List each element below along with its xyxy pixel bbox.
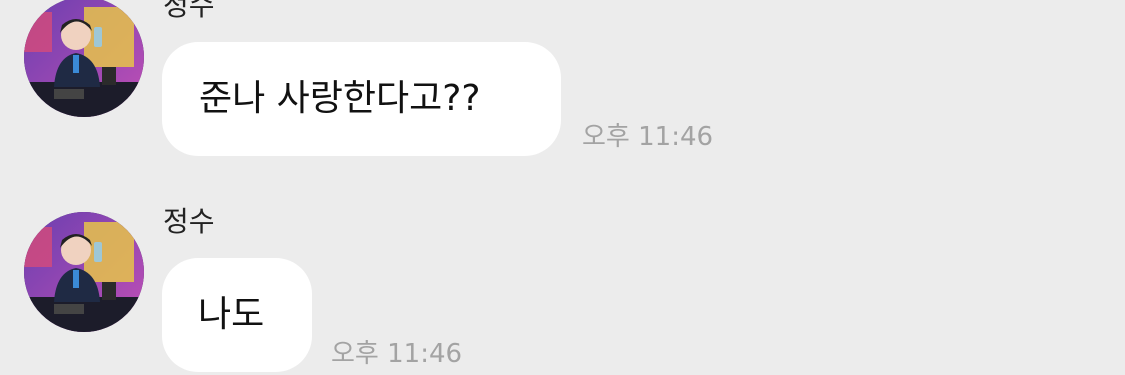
message-time: 오후 11:46	[331, 339, 463, 369]
message-group: 정수 나도 오후 11:46	[0, 0, 1125, 375]
message-text: 나도	[198, 294, 265, 335]
message-bubble[interactable]: 나도	[162, 258, 312, 372]
sender-name: 정수	[163, 205, 215, 238]
profile-photo-icon	[24, 212, 144, 332]
avatar[interactable]	[24, 212, 144, 332]
chat-thread: 정수 준나 사랑한다고?? 오후 11:46 정수 나도 오후 11:46	[0, 0, 1125, 375]
